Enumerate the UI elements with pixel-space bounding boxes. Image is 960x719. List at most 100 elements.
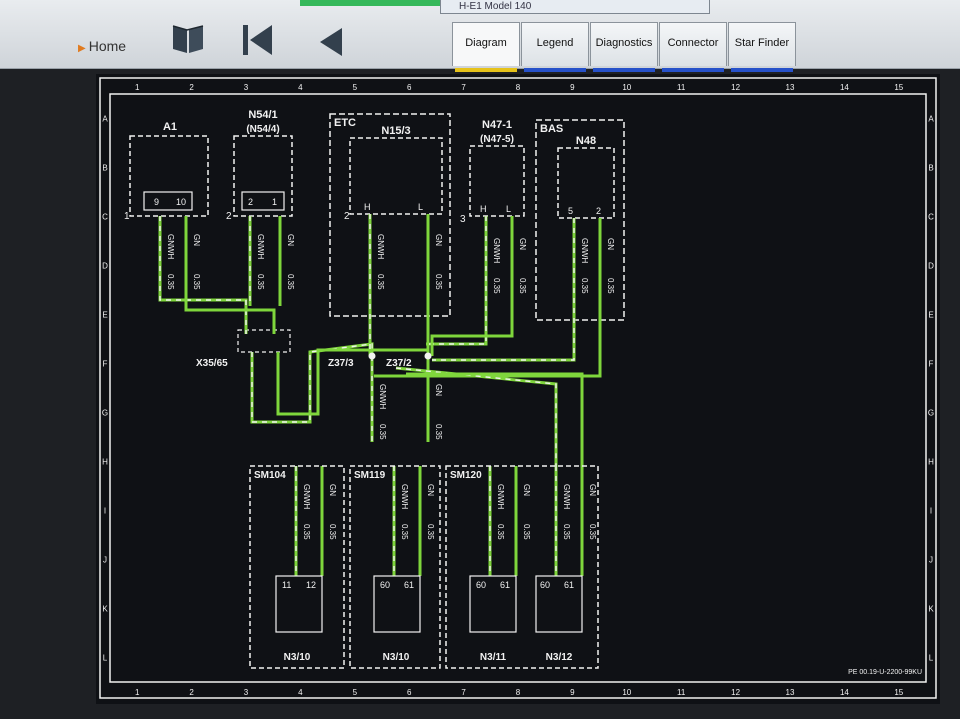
wiring-diagram-canvas[interactable]: 1 1 2 2 3 3 4 4 5 5 6 6 7 7 8 8 9 9 10 10 11 11 12 12 13 13 14 14 15… (96, 74, 940, 704)
wire-size-label: 0.35 (256, 274, 265, 290)
grid-col-label-top: 9 (570, 83, 575, 92)
bas-group-label: BAS (540, 123, 563, 135)
home-arrow-icon: ▶ (78, 43, 86, 54)
grid-row-label-right: C (928, 213, 934, 222)
grid-col-label-top: 2 (189, 83, 194, 92)
grid-row-label-left: F (103, 360, 108, 369)
tab-star-finder[interactable]: Star Finder (728, 22, 796, 72)
pin-label: 60 (476, 580, 486, 590)
pin-label: 61 (564, 580, 574, 590)
module-header: SM120 (450, 470, 482, 481)
grid-col-label-bottom: 8 (516, 688, 521, 697)
skip-back-icon[interactable] (240, 22, 276, 58)
book-icon[interactable] (170, 22, 206, 56)
grid-col-label-bottom: 5 (353, 688, 358, 697)
grid-col-label-bottom: 9 (570, 688, 575, 697)
module-name: N3/11 (480, 652, 507, 663)
grid-row-label-right: E (928, 311, 933, 320)
wire-color-label: GN (522, 484, 531, 496)
wire-size-label: 0.35 (580, 278, 589, 294)
grid-col-label-top: 7 (461, 83, 466, 92)
component-n54-1[interactable]: N54/1 (N54/4) 2 2 1 (226, 109, 293, 222)
pin-label: 2 (596, 206, 601, 216)
wire-size-label: 0.35 (192, 274, 201, 290)
wire-x35-out-h-stripe (251, 343, 373, 423)
pin-label: 12 (306, 580, 316, 590)
tab-legend[interactable]: Legend (521, 22, 589, 72)
grid-row-label-left: A (102, 115, 108, 124)
grid-labels: 1122334455667788991010111112121313141415… (102, 83, 934, 697)
back-arrow-icon[interactable] (314, 26, 346, 58)
grid-col-label-top: 4 (298, 83, 303, 92)
grid-row-label-right: F (929, 360, 934, 369)
grid-col-label-top: 15 (894, 83, 903, 92)
grid-col-label-top: 10 (622, 83, 631, 92)
wire-color-label: GN (286, 234, 295, 246)
wire-n48-can-h-stripe (432, 218, 575, 361)
wire-color-label: GNWH (580, 238, 589, 264)
grid-row-label-right: I (930, 507, 932, 516)
wire-color-label: GN (426, 484, 435, 496)
diagram-footer-code: PE 00.19-U-2200-99KU (848, 669, 922, 676)
component-index: 3 (460, 214, 466, 225)
inner-frame (109, 93, 927, 683)
component-name: N48 (576, 135, 596, 147)
module-name: N3/12 (546, 652, 573, 663)
home-button[interactable]: ▶ Home (78, 38, 126, 54)
tab-underline (662, 68, 724, 72)
module-name: N3/10 (284, 652, 311, 663)
wire-color-label: GN (588, 484, 597, 496)
wire-color-label: GNWH (376, 234, 385, 260)
tab-diagnostics[interactable]: Diagnostics (590, 22, 658, 72)
grid-row-label-left: I (104, 507, 106, 516)
component-name: N54/1 (248, 109, 277, 121)
pin-label: H (364, 202, 371, 212)
connector-x35-label: X35/65 (196, 358, 228, 369)
wire-size-label: 0.35 (434, 274, 443, 290)
tab-label: Diagram (465, 37, 507, 49)
tab-bar: Diagram Legend Diagnostics Connector Sta… (452, 22, 797, 72)
window-title-strip: H-E1 Model 140 (440, 0, 710, 14)
grid-col-label-bottom: 4 (298, 688, 303, 697)
grid-row-label-left: C (102, 213, 108, 222)
component-n15-3[interactable]: N15/3 2 H L (344, 125, 443, 222)
wire-color-label: GNWH (378, 384, 387, 410)
component-subname: (N47-5) (480, 134, 514, 145)
splice-node (368, 352, 376, 360)
module-sm120[interactable]: SM120 60 61 N3/11 60 61 N3/12 (445, 465, 599, 669)
module-header: SM104 (254, 470, 286, 481)
grid-col-label-bottom: 14 (840, 688, 849, 697)
grid-row-label-right: B (928, 164, 933, 173)
component-n47-1[interactable]: N47-1 (N47-5) 3 H L (460, 119, 525, 225)
grid-col-label-top: 8 (516, 83, 521, 92)
grid-col-label-top: 12 (731, 83, 740, 92)
grid-col-label-top: 11 (677, 83, 686, 92)
pin-label: 60 (380, 580, 390, 590)
grid-col-label-top: 3 (244, 83, 249, 92)
grid-row-label-left: K (102, 605, 108, 614)
component-a1[interactable]: A1 1 9 10 (124, 121, 209, 222)
wire-size-label: 0.35 (496, 524, 505, 540)
wire-size-label: 0.35 (400, 524, 409, 540)
grid-row-label-right: D (928, 262, 934, 271)
tab-label: Diagnostics (595, 37, 653, 49)
wiring-diagram-svg: 1122334455667788991010111112121313141415… (99, 77, 937, 699)
pin-label: 60 (540, 580, 550, 590)
pin-label: 61 (500, 580, 510, 590)
grid-row-label-left: B (102, 164, 107, 173)
wire-color-label: GNWH (496, 484, 505, 510)
grid-col-label-bottom: 13 (786, 688, 795, 697)
grid-col-label-top: 13 (786, 83, 795, 92)
tab-label: Star Finder (734, 37, 790, 49)
tab-connector[interactable]: Connector (659, 22, 727, 72)
wire-size-label: 0.35 (434, 424, 443, 440)
component-name: N15/3 (381, 125, 410, 137)
component-n48[interactable]: N48 5 2 (557, 135, 615, 219)
pin-label: L (418, 202, 423, 212)
wire-size-label: 0.35 (522, 524, 531, 540)
component-index: 2 (226, 211, 232, 222)
grid-row-label-left: J (103, 556, 107, 565)
grid-row-label-right: H (928, 458, 934, 467)
tab-diagram[interactable]: Diagram (452, 22, 520, 72)
tab-label: Connector (667, 37, 719, 49)
